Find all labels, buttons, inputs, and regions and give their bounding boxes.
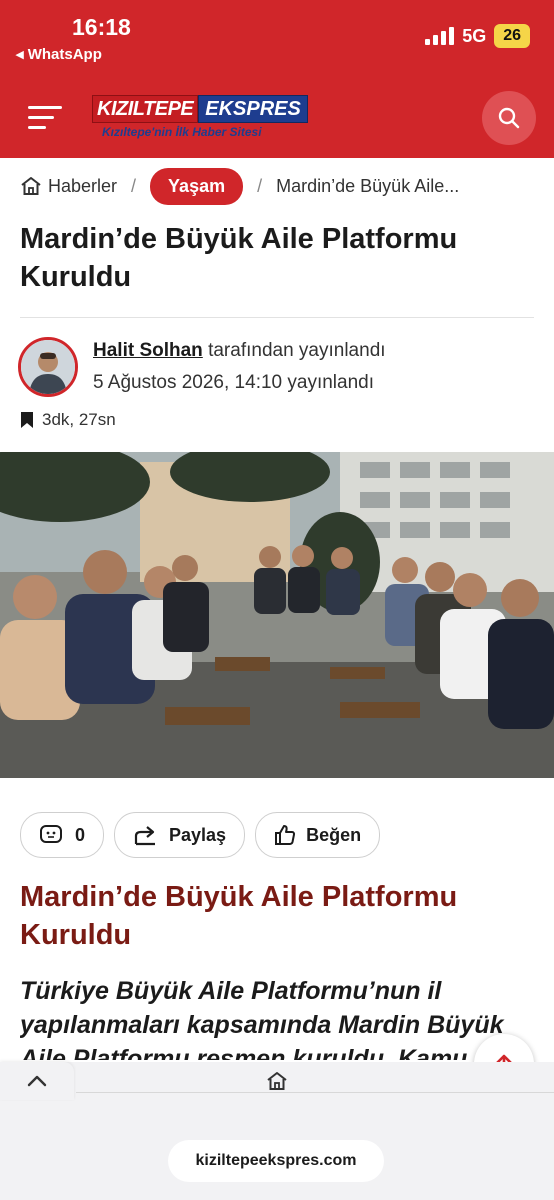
logo-tagline: Kızıltepe'nin İlk Haber Sitesi [102,125,262,139]
author-line: Halit Solhan tarafından yayınlandı [93,340,386,362]
signal-icon [425,27,455,45]
breadcrumb: Haberler / Yaşam / Mardin’de Büyük Aile.… [20,164,459,208]
search-icon [498,107,520,129]
divider [76,1092,554,1093]
status-indicators: 5G 26 [425,24,530,48]
like-button[interactable]: Beğen [255,812,381,858]
breadcrumb-home[interactable]: Haberler [20,175,117,197]
network-type: 5G [462,25,487,46]
comments-count: 0 [75,824,86,845]
breadcrumb-separator: / [257,175,263,196]
article-title: Mardin’de Büyük Aile Platformu Kuruldu [20,223,458,293]
search-button[interactable] [482,91,536,145]
battery-icon: 26 [494,24,530,48]
chevron-up-icon [27,1075,47,1087]
share-button[interactable]: Paylaş [114,812,246,858]
article-actions: 0 Paylaş Beğen [20,812,381,858]
breadcrumb-home-label: Haberler [48,175,118,196]
author-avatar[interactable] [18,337,78,397]
breadcrumb-separator: / [131,175,137,196]
logo-text-part2: EKSPRES [198,95,308,123]
publish-date: 5 Ağustos 2026, 14:10 yayınlandı [93,372,374,393]
logo-text-part1: KIZILTEPE [92,95,199,123]
read-time: 3dk, 27sn [20,410,116,430]
read-time-value: 3dk, 27sn [42,410,116,429]
breadcrumb-category[interactable]: Yaşam [150,167,244,205]
site-header: 16:18 ◂ WhatsApp 5G 26 KIZILTEPE EKSPRES… [0,0,554,158]
address-bar[interactable]: kiziltepeekspres.com [168,1140,384,1182]
article-photo [0,452,554,778]
divider [20,317,534,318]
menu-icon-line [28,116,54,119]
author-name-link[interactable]: Halit Solhan [93,340,203,361]
author-suffix: tarafından yayınlandı [208,340,386,361]
menu-button[interactable] [28,100,64,136]
bookmark-icon [21,412,33,428]
thumbs-up-icon [275,825,296,845]
menu-icon-line [28,126,46,129]
article-heading: Mardin’de Büyük Aile Platformu Kuruldu [20,881,458,951]
share-icon [134,826,156,846]
article-lead: Türkiye Büyük Aile Platformu’nun il yapı… [20,977,504,1060]
menu-icon [28,106,62,109]
home-icon [267,1072,287,1090]
group-meeting-photo [0,452,554,778]
breadcrumb-current: Mardin’de Büyük Aile... [276,175,460,196]
site-logo[interactable]: KIZILTEPE EKSPRES Kızıltepe'nin İlk Habe… [92,95,324,141]
comments-button[interactable]: 0 [20,812,105,858]
home-button[interactable] [266,1070,288,1097]
expand-toolbar-button[interactable] [0,1062,74,1100]
status-time: 16:18 [72,14,131,40]
home-icon [21,177,41,195]
back-to-app-link[interactable]: ◂ WhatsApp [16,45,102,63]
comment-icon [40,825,62,843]
author-photo [21,340,75,394]
share-label: Paylaş [169,824,227,845]
like-label: Beğen [306,824,362,845]
